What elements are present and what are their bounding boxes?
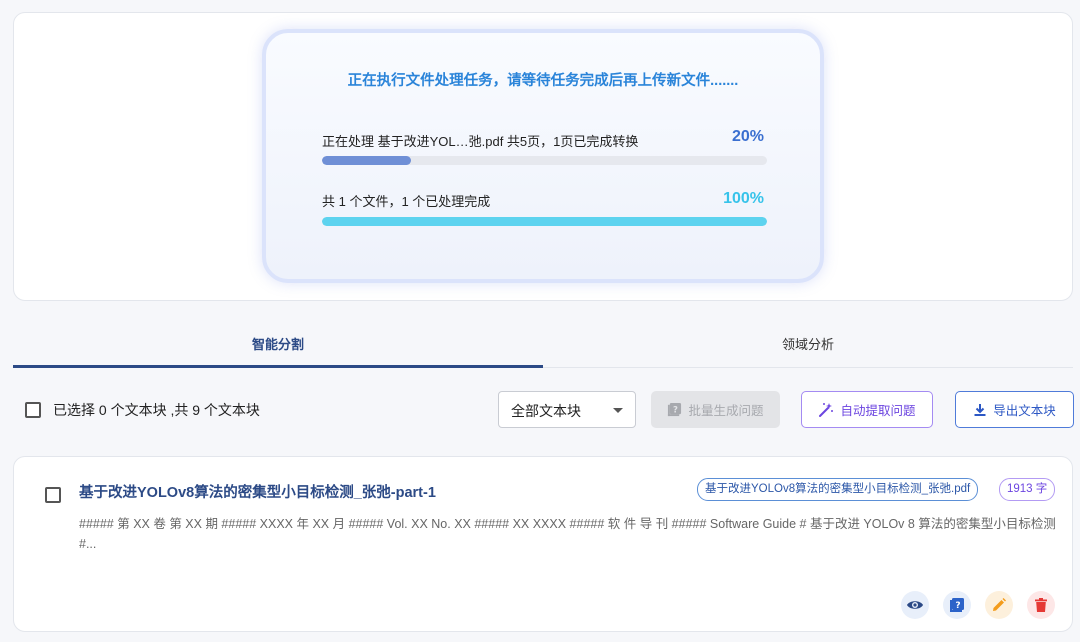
download-icon <box>974 403 986 416</box>
delete-button[interactable] <box>1027 591 1055 619</box>
processing-title: 正在执行文件处理任务，请等待任务完成后再上传新文件....... <box>347 73 739 89</box>
edit-button[interactable] <box>985 591 1013 619</box>
chevron-down-icon <box>613 408 623 413</box>
chunk-checkbox[interactable] <box>45 487 61 503</box>
chunk-filter-value: 全部文本块 <box>511 403 581 419</box>
batch-generate-button[interactable]: ? 批量生成问题 <box>651 391 780 428</box>
view-button[interactable] <box>901 591 929 619</box>
tab-domain-analysis[interactable]: 领域分析 <box>543 323 1073 368</box>
total-progress-label: 共 1 个文件，1 个已处理完成 <box>322 194 491 209</box>
file-progress-percent: 20% <box>731 128 764 145</box>
question-icon: ? <box>950 598 964 612</box>
total-progress-percent: 100% <box>723 190 764 207</box>
total-progress-bar <box>322 217 767 226</box>
file-progress-fill <box>322 156 411 165</box>
source-file-chip: 基于改进YOLOv8算法的密集型小目标检测_张弛.pdf <box>697 478 979 501</box>
batch-generate-label: 批量生成问题 <box>688 404 764 418</box>
auto-extract-label: 自动提取问题 <box>840 404 916 418</box>
export-chunks-button[interactable]: 导出文本块 <box>955 391 1074 428</box>
eye-icon <box>907 601 923 609</box>
file-progress-label: 正在处理 基于改进YOL…弛.pdf 共5页，1页已完成转换 <box>322 134 639 149</box>
total-progress-fill <box>322 217 767 226</box>
svg-text:?: ? <box>673 404 678 414</box>
chunk-title[interactable]: 基于改进YOLOv8算法的密集型小目标检测_张弛-part-1 <box>79 481 436 502</box>
magic-wand-icon <box>819 402 834 417</box>
question-book-icon: ? <box>668 402 682 417</box>
tab-bar: 智能分割 领域分析 <box>13 323 1073 368</box>
chunk-card: 基于改进YOLOv8算法的密集型小目标检测_张弛-part-1 基于改进YOLO… <box>13 456 1073 632</box>
delete-icon <box>1035 598 1047 612</box>
selection-count-text: 已选择 0 个文本块 ,共 9 个文本块 <box>53 402 260 418</box>
select-all-checkbox[interactable] <box>25 402 41 418</box>
progress-panel: 正在执行文件处理任务，请等待任务完成后再上传新文件....... 正在处理 基于… <box>262 29 824 283</box>
svg-text:?: ? <box>955 601 960 611</box>
tab-smart-split[interactable]: 智能分割 <box>13 323 543 368</box>
char-count-chip: 1913 字 <box>999 478 1056 501</box>
file-progress-bar <box>322 156 767 165</box>
auto-extract-button[interactable]: 自动提取问题 <box>801 391 933 428</box>
chunk-filter-select[interactable]: 全部文本块 <box>498 391 636 428</box>
edit-icon <box>993 598 1006 611</box>
export-chunks-label: 导出文本块 <box>993 404 1056 418</box>
chunk-preview-text: ##### 第 XX 卷 第 XX 期 ##### XXXX 年 XX 月 ##… <box>79 517 1056 551</box>
generate-question-button[interactable]: ? <box>943 591 971 619</box>
